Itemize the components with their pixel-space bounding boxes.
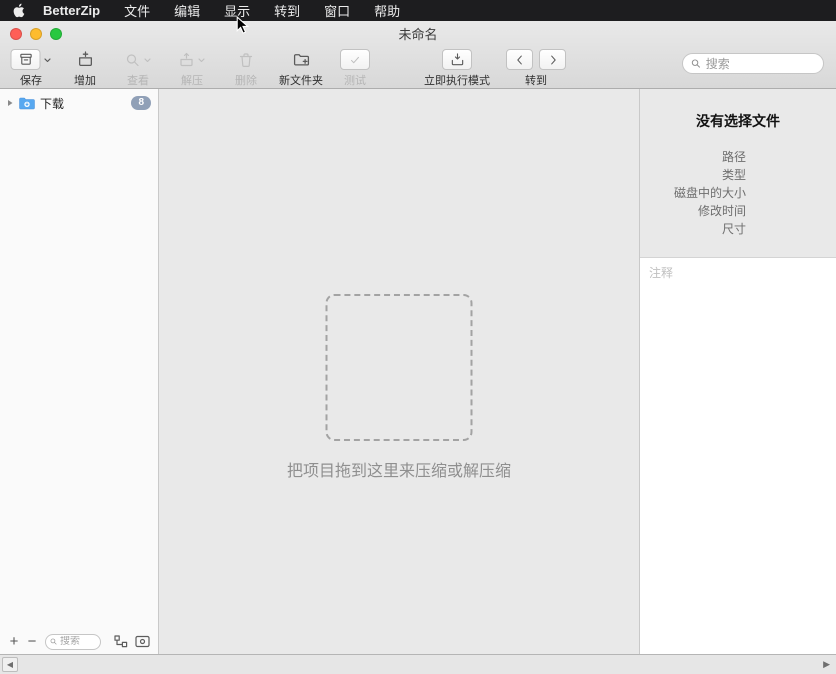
downloads-folder-icon: [19, 97, 35, 110]
screen: BetterZip 文件 编辑 显示 转到 窗口 帮助 未命名: [0, 0, 836, 674]
chevron-down-icon: [198, 56, 206, 64]
view-label: 查看: [127, 72, 149, 88]
menu-item-go[interactable]: 转到: [274, 1, 300, 20]
immediate-mode-button[interactable]: [442, 49, 472, 70]
add-source-button[interactable]: +: [5, 633, 23, 651]
back-button[interactable]: [506, 49, 533, 70]
window-title: 未命名: [398, 24, 437, 43]
chevron-right-icon: [546, 53, 560, 67]
add-label: 增加: [74, 72, 96, 88]
test-button: [340, 49, 370, 70]
minimize-window-button[interactable]: [30, 28, 42, 40]
traffic-lights: [10, 28, 62, 40]
apple-menu-icon[interactable]: [12, 3, 25, 18]
menu-item-file[interactable]: 文件: [124, 1, 150, 20]
sidebar-item-label: 下载: [40, 95, 64, 112]
preview-eye-toggle-icon[interactable]: [135, 635, 150, 648]
magnifier-icon: [125, 52, 141, 68]
drop-zone[interactable]: [326, 294, 473, 441]
delete-label: 删除: [235, 72, 257, 88]
zoom-window-button[interactable]: [50, 28, 62, 40]
menu-item-view[interactable]: 显示: [224, 1, 250, 20]
search-input[interactable]: [706, 57, 815, 71]
tree-view-toggle-icon[interactable]: [114, 635, 128, 648]
remove-source-button[interactable]: −: [23, 633, 41, 651]
menu-bar: BetterZip 文件 编辑 显示 转到 窗口 帮助: [0, 0, 836, 21]
inspector-fields: 路径 类型 磁盘中的大小 修改时间 尺寸: [640, 148, 746, 238]
toolbar-test[interactable]: 测试: [340, 48, 370, 88]
comments-placeholder: 注释: [649, 266, 673, 280]
search-icon: [691, 58, 701, 69]
bottom-scrollbar[interactable]: ◀ ▶: [0, 654, 836, 674]
menu-item-edit[interactable]: 编辑: [174, 1, 200, 20]
apple-logo-icon: [12, 3, 25, 18]
extract-label: 解压: [181, 72, 203, 88]
menu-app-name[interactable]: BetterZip: [43, 3, 100, 18]
item-count-badge: 8: [131, 96, 151, 110]
new-folder-label: 新文件夹: [279, 72, 323, 88]
comments-area[interactable]: 注释: [640, 257, 836, 654]
disclosure-triangle-icon[interactable]: [6, 99, 14, 107]
sidebar-footer: + −: [0, 629, 158, 654]
drop-zone-hint: 把项目拖到这里来压缩或解压缩: [159, 457, 639, 481]
window-titlebar[interactable]: 未命名: [0, 21, 836, 45]
toolbar-search-field[interactable]: [682, 53, 824, 74]
archive-box-icon: [18, 52, 33, 67]
test-label: 测试: [344, 72, 366, 88]
inspector-empty-title: 没有选择文件: [640, 111, 836, 131]
archive-content-area: 把项目拖到这里来压缩或解压缩: [159, 89, 639, 654]
window-chrome: 未命名 保存: [0, 21, 836, 89]
menu-item-help[interactable]: 帮助: [374, 1, 400, 20]
sidebar-search-field[interactable]: [45, 634, 101, 650]
sidebar-item-downloads[interactable]: 下载 8: [0, 92, 158, 114]
toolbar-add[interactable]: 增加: [74, 48, 96, 88]
field-label-modified: 修改时间: [640, 202, 746, 220]
field-label-size-on-disk: 磁盘中的大小: [640, 184, 746, 202]
drop-into-tray-icon: [450, 52, 465, 67]
new-folder-icon: [293, 52, 310, 67]
sidebar-search-input[interactable]: [60, 636, 96, 647]
save-button[interactable]: [11, 49, 41, 70]
inspector-panel: 没有选择文件 路径 类型 磁盘中的大小 修改时间 尺寸 注释: [639, 89, 836, 654]
toolbar: 保存 增加 查看: [0, 45, 836, 88]
field-label-dimensions: 尺寸: [640, 220, 746, 238]
chevron-down-icon[interactable]: [44, 56, 52, 64]
toolbar-view[interactable]: 查看: [125, 48, 152, 88]
toolbar-goto: 转到: [506, 48, 566, 88]
field-label-type: 类型: [640, 166, 746, 184]
toolbar-new-folder[interactable]: 新文件夹: [279, 48, 323, 88]
checkmark-icon: [348, 53, 362, 67]
search-icon: [50, 637, 57, 646]
goto-label: 转到: [525, 72, 547, 88]
menu-item-window[interactable]: 窗口: [324, 1, 350, 20]
toolbar-delete[interactable]: 删除: [235, 48, 257, 88]
chevron-down-icon: [144, 56, 152, 64]
immediate-mode-label: 立即执行模式: [424, 72, 490, 88]
scroll-left-button[interactable]: ◀: [2, 657, 18, 672]
scroll-right-button[interactable]: ▶: [823, 659, 830, 670]
chevron-left-icon: [513, 53, 527, 67]
sidebar: 下载 8 + −: [0, 89, 159, 654]
save-label: 保存: [20, 72, 42, 88]
extract-box-icon: [179, 52, 195, 68]
toolbar-extract[interactable]: 解压: [179, 48, 206, 88]
trash-icon: [238, 52, 254, 68]
inspector-info-section: 没有选择文件 路径 类型 磁盘中的大小 修改时间 尺寸: [640, 89, 836, 257]
toolbar-immediate-mode[interactable]: 立即执行模式: [424, 48, 490, 88]
toolbar-save[interactable]: 保存: [11, 48, 52, 88]
close-window-button[interactable]: [10, 28, 22, 40]
add-box-icon: [77, 51, 94, 68]
forward-button[interactable]: [539, 49, 566, 70]
field-label-path: 路径: [640, 148, 746, 166]
content-area: 下载 8 + −: [0, 89, 836, 654]
